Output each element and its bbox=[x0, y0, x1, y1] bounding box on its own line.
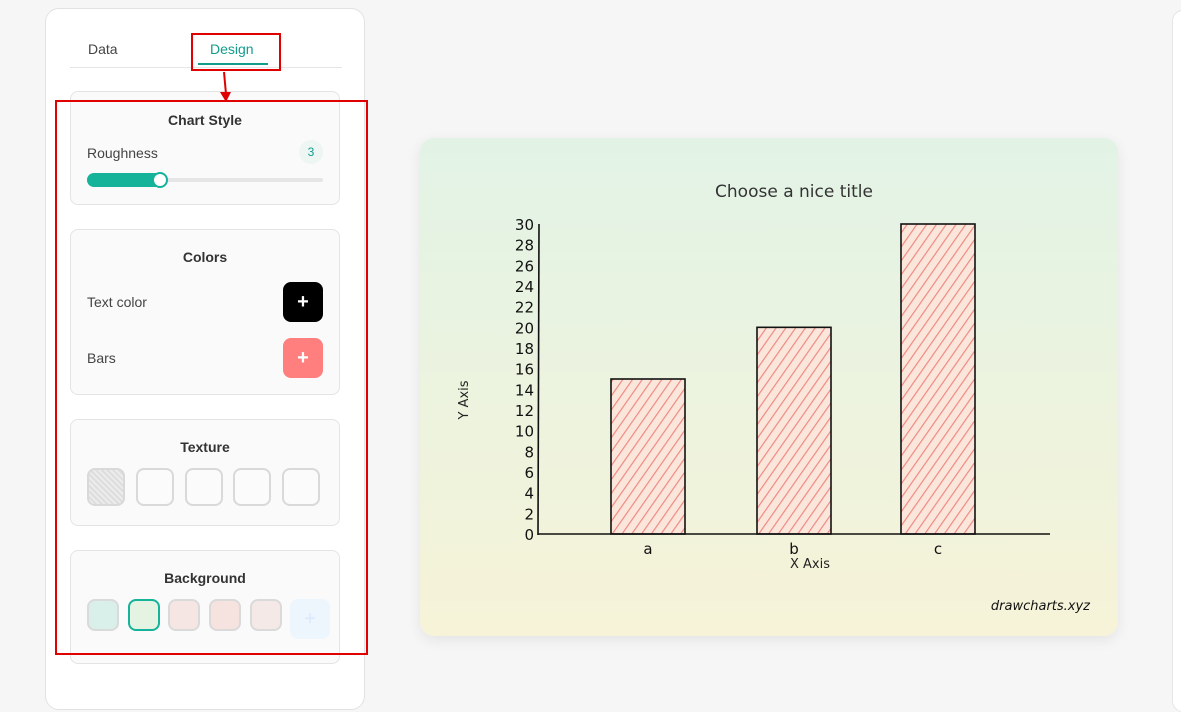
x-axis-label: X Axis bbox=[790, 557, 830, 572]
y-tick-label: 16 bbox=[515, 361, 534, 379]
bar-chart: Choose a nice title 02468101214161820222… bbox=[457, 182, 1091, 614]
bar-b bbox=[756, 326, 832, 535]
chart-title: Choose a nice title bbox=[715, 182, 873, 202]
y-tick-label: 18 bbox=[515, 340, 534, 358]
y-tick-label: 0 bbox=[524, 526, 534, 544]
y-tick-label: 14 bbox=[515, 381, 534, 399]
watermark: drawcharts.xyz bbox=[991, 599, 1091, 614]
x-tick-label: b bbox=[789, 540, 799, 558]
y-tick-label: 10 bbox=[515, 423, 534, 441]
y-tick-label: 26 bbox=[515, 257, 534, 275]
x-tick-label: a bbox=[643, 540, 652, 558]
y-tick-label: 22 bbox=[515, 299, 534, 317]
bar-c bbox=[900, 223, 976, 535]
chart-preview-card: Choose a nice title 0 2 4 6 8 10 12 14 16 18 20 22 2… bbox=[420, 138, 1118, 636]
bar-a bbox=[610, 378, 686, 535]
x-tick-label: c bbox=[934, 540, 942, 558]
design-settings-highlight bbox=[55, 100, 368, 655]
y-tick-label: 20 bbox=[515, 319, 534, 337]
y-tick-label: 28 bbox=[515, 237, 534, 255]
tab-data[interactable]: Data bbox=[88, 41, 118, 57]
y-tick-label: 12 bbox=[515, 402, 534, 420]
annotation-arrow bbox=[220, 71, 231, 102]
y-tick-label: 6 bbox=[524, 464, 534, 482]
y-tick-label: 4 bbox=[524, 485, 534, 503]
y-axis-line bbox=[537, 223, 540, 536]
y-tick-label: 8 bbox=[524, 443, 534, 461]
design-tab-highlight bbox=[191, 33, 281, 71]
y-tick-label: 2 bbox=[524, 505, 534, 523]
right-panel-edge bbox=[1172, 10, 1181, 712]
y-tick-label: 24 bbox=[515, 278, 534, 296]
y-tick-label: 30 bbox=[515, 216, 534, 234]
y-axis-label: Y Axis bbox=[457, 380, 472, 420]
